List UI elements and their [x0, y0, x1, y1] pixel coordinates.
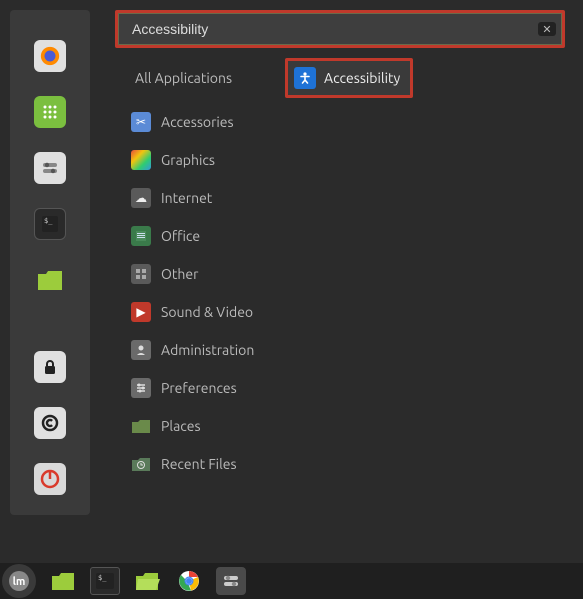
search-input[interactable]	[126, 21, 554, 37]
recent-folder-icon	[131, 454, 151, 474]
office-icon	[131, 226, 151, 246]
clear-search-button[interactable]: ✕	[538, 22, 556, 36]
category-label: Sound & Video	[161, 304, 253, 320]
category-label: Other	[161, 266, 198, 282]
category-preferences[interactable]: Preferences	[115, 376, 275, 400]
play-icon: ▶	[131, 302, 151, 322]
category-label: Recent Files	[161, 456, 237, 472]
terminal-icon[interactable]: $_	[34, 208, 66, 240]
admin-icon	[131, 340, 151, 360]
menu-main: ✕ All Applications ✂ Accessories Graphic…	[115, 10, 575, 515]
settings-toggle-icon[interactable]	[34, 152, 66, 184]
grid-icon	[131, 264, 151, 284]
category-label: Administration	[161, 342, 254, 358]
category-label: Internet	[161, 190, 212, 206]
category-administration[interactable]: Administration	[115, 338, 275, 362]
taskbar-chrome-icon[interactable]	[174, 567, 204, 595]
scissors-icon: ✂	[131, 112, 151, 132]
category-graphics[interactable]: Graphics	[115, 148, 275, 172]
category-internet[interactable]: ☁ Internet	[115, 186, 275, 210]
category-all-applications[interactable]: All Applications	[115, 66, 275, 96]
category-office[interactable]: Office	[115, 224, 275, 248]
files-icon[interactable]	[34, 264, 66, 296]
logout-icon[interactable]	[34, 407, 66, 439]
result-accessibility[interactable]: Accessibility	[285, 58, 413, 98]
category-other[interactable]: Other	[115, 262, 275, 286]
apps-grid-icon[interactable]	[34, 96, 66, 128]
search-field-highlight: ✕	[115, 10, 565, 48]
result-label: Accessibility	[324, 70, 400, 86]
category-label: Office	[161, 228, 200, 244]
sliders-icon	[131, 378, 151, 398]
favorites-sidebar: $_	[10, 10, 90, 515]
taskbar-files-icon[interactable]	[48, 567, 78, 595]
svg-text:lm: lm	[13, 576, 26, 588]
folder-icon	[131, 416, 151, 436]
results-pane: Accessibility	[275, 58, 575, 476]
category-label: Preferences	[161, 380, 237, 396]
category-recent-files[interactable]: Recent Files	[115, 452, 275, 476]
accessibility-icon	[294, 67, 316, 89]
category-label: Places	[161, 418, 201, 434]
category-label: Accessories	[161, 114, 234, 130]
svg-text:$_: $_	[44, 217, 53, 225]
category-accessories[interactable]: ✂ Accessories	[115, 110, 275, 134]
start-menu-button[interactable]: lm	[2, 564, 36, 598]
power-icon[interactable]	[34, 463, 66, 495]
taskbar-settings-icon[interactable]	[216, 567, 246, 595]
categories-list: All Applications ✂ Accessories Graphics …	[115, 58, 275, 476]
taskbar-folder-open-icon[interactable]	[132, 567, 162, 595]
category-sound-video[interactable]: ▶ Sound & Video	[115, 300, 275, 324]
graphics-icon	[131, 150, 151, 170]
category-places[interactable]: Places	[115, 414, 275, 438]
firefox-icon[interactable]	[34, 40, 66, 72]
taskbar-terminal-icon[interactable]: $_	[90, 567, 120, 595]
taskbar: lm $_	[0, 563, 583, 599]
cloud-icon: ☁	[131, 188, 151, 208]
category-label: Graphics	[161, 152, 215, 168]
lock-icon[interactable]	[34, 351, 66, 383]
svg-text:$_: $_	[98, 574, 107, 582]
